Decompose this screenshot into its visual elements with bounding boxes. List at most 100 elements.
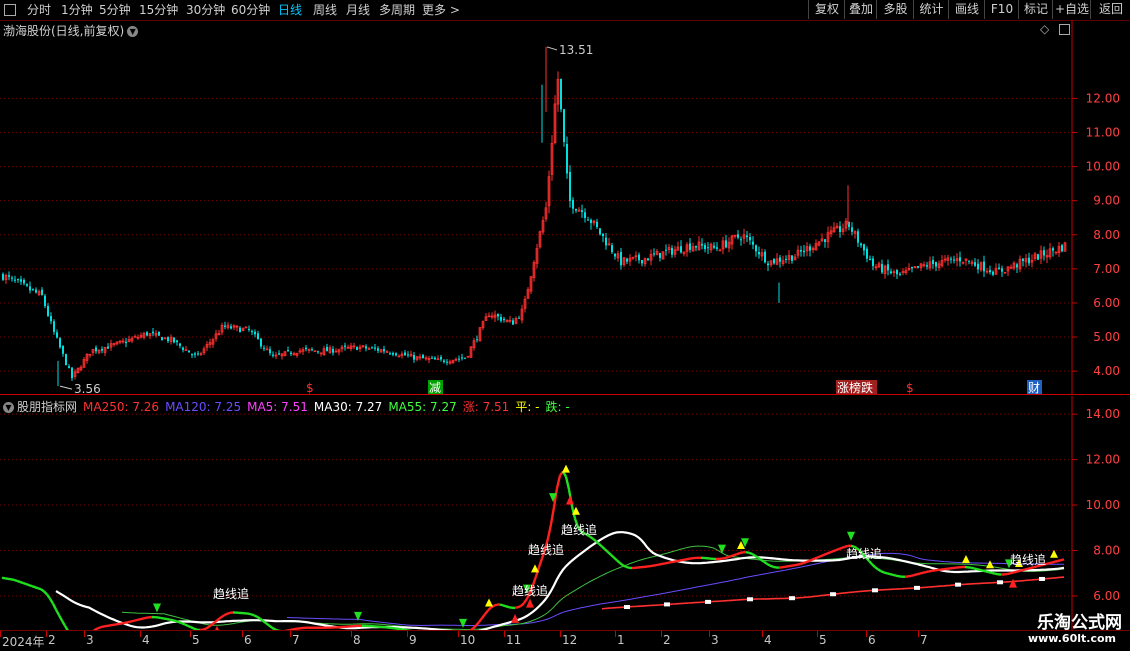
candle-body <box>764 252 766 263</box>
window-icon[interactable] <box>4 4 16 16</box>
ma250-marker <box>1039 577 1045 581</box>
x-tick <box>866 631 867 637</box>
tab-4[interactable]: 30分钟 <box>186 2 225 18</box>
x-tick-label: 5 <box>192 633 200 647</box>
candle-body <box>182 348 184 350</box>
ma250-marker <box>872 588 878 592</box>
ma5-segment <box>686 559 689 560</box>
candle-body <box>59 338 61 347</box>
toolbar-button-6[interactable]: 标记 <box>1018 0 1053 19</box>
ma5-segment <box>887 573 890 574</box>
x-tick <box>84 631 85 637</box>
candle-body <box>239 328 241 333</box>
toolbar-button-2[interactable]: 多股 <box>876 0 914 19</box>
x-tick-label: 1 <box>617 633 625 647</box>
ma5-segment <box>518 606 521 607</box>
toolbar-button-0[interactable]: 复权 <box>808 0 845 19</box>
ma5-segment <box>1028 568 1031 569</box>
toolbar-button-3[interactable]: 统计 <box>913 0 949 19</box>
tab-2[interactable]: 5分钟 <box>99 2 131 18</box>
ma250-marker <box>830 592 836 596</box>
candle-body <box>422 355 424 358</box>
candle-body <box>872 258 874 266</box>
ma5-segment <box>125 622 128 623</box>
tab-10[interactable]: 更多 > <box>422 2 460 18</box>
tab-0[interactable]: 分时 <box>27 2 51 18</box>
ma5-segment <box>143 618 146 619</box>
trend-chase-tag: 趋线追 <box>512 583 548 598</box>
candle-body <box>389 353 391 354</box>
toolbar-button-7[interactable]: +自选 <box>1052 0 1091 19</box>
candle-body <box>575 209 577 211</box>
ma5-segment <box>680 560 683 561</box>
ma5-segment <box>59 615 62 620</box>
tab-5[interactable]: 60分钟 <box>231 2 270 18</box>
candle-body <box>95 348 97 352</box>
max-pointer <box>547 47 557 50</box>
tab-6[interactable]: 日线 <box>278 2 302 18</box>
ma5-segment <box>227 613 230 614</box>
toolbar-button-4[interactable]: 画线 <box>948 0 985 19</box>
ma5-segment <box>881 571 884 572</box>
ma5-segment <box>8 579 11 580</box>
ma5-segment <box>53 604 56 610</box>
ma5-segment <box>191 627 194 628</box>
candle-body <box>317 351 319 352</box>
candle-body <box>41 290 43 295</box>
panel-toggle-icon[interactable] <box>1059 24 1070 35</box>
x-tick <box>709 631 710 637</box>
ma5-segment <box>50 599 53 604</box>
down-arrow-icon <box>718 545 726 554</box>
candle-body <box>248 329 250 330</box>
candle-body <box>800 250 802 252</box>
ma5-segment <box>749 553 752 554</box>
chevron-down-icon[interactable]: ▼ <box>3 402 14 413</box>
candle-body <box>1028 258 1030 264</box>
ma5-segment <box>38 588 41 589</box>
candle-body <box>434 358 436 360</box>
ma5-segment <box>833 550 836 551</box>
ma250-marker <box>955 583 961 587</box>
tab-8[interactable]: 月线 <box>346 2 370 18</box>
candle-body <box>602 234 604 236</box>
candle-body <box>20 279 22 281</box>
indicator-chart[interactable]: 14.0012.0010.008.006.00趋线追趋线追趋线追趋线追趋线追趋线… <box>0 396 1130 630</box>
candle-body <box>194 353 196 354</box>
ma5-segment <box>605 549 608 552</box>
candle-body <box>803 251 805 252</box>
candle-body <box>251 331 253 332</box>
indicator-title: 股朋指标网 <box>17 400 77 414</box>
candle-body <box>626 259 628 262</box>
candle-body <box>824 239 826 242</box>
ma5-segment <box>809 560 812 561</box>
diamond-icon[interactable]: ◇ <box>1040 22 1049 36</box>
candle-body <box>458 359 460 360</box>
ma5-segment <box>920 573 923 574</box>
price-chart[interactable]: 12.0011.0010.009.008.007.006.005.004.001… <box>0 20 1130 395</box>
tab-7[interactable]: 周线 <box>313 2 337 18</box>
tab-3[interactable]: 15分钟 <box>139 2 178 18</box>
ma5-segment <box>119 623 122 624</box>
ma5-segment <box>797 564 800 565</box>
ma250-marker <box>997 580 1003 584</box>
candle-body <box>260 339 262 347</box>
tab-9[interactable]: 多周期 <box>379 2 415 18</box>
toolbar-button-1[interactable]: 叠加 <box>844 0 877 19</box>
ma5-segment <box>884 573 887 574</box>
ma5-segment <box>521 603 524 606</box>
ma5-segment <box>557 475 560 488</box>
candle-body <box>599 228 601 234</box>
toolbar-button-5[interactable]: F10 <box>984 0 1019 19</box>
candle-body <box>272 355 274 356</box>
ma250-marker <box>789 596 795 600</box>
ma5-segment <box>728 556 731 557</box>
ma5-segment <box>158 617 161 618</box>
candle-body <box>713 246 715 248</box>
toolbar-button-8[interactable]: 返回 <box>1090 0 1130 19</box>
candle-body <box>749 237 751 240</box>
chevron-down-icon[interactable]: ▼ <box>127 26 138 37</box>
ma5-segment <box>623 565 626 567</box>
candle-body <box>17 279 19 280</box>
tab-1[interactable]: 1分钟 <box>61 2 93 18</box>
candle-body <box>752 242 754 245</box>
